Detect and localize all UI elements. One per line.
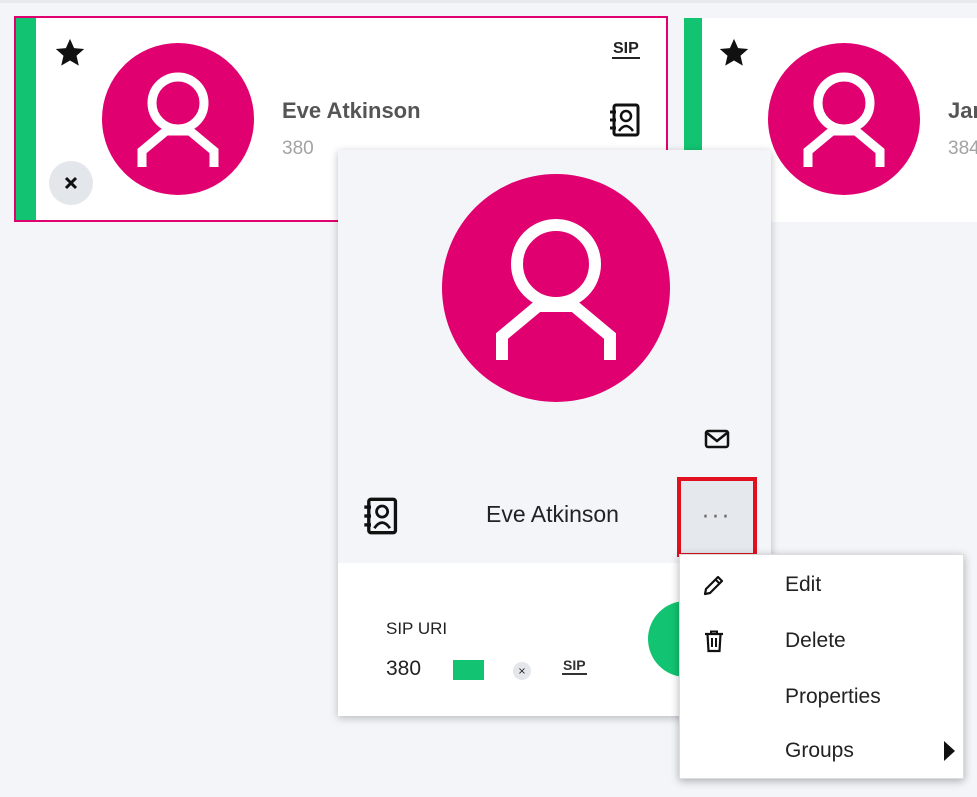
contact-name: Eve Atkinson	[282, 98, 421, 123]
presence-stripe	[16, 18, 36, 220]
sip-uri-label: SIP URI	[386, 619, 448, 638]
contact-extension: 380	[282, 138, 314, 159]
person-icon	[137, 72, 219, 167]
close-icon	[64, 176, 78, 190]
trash-icon	[705, 630, 723, 653]
avatar	[768, 43, 920, 195]
contact-name: Jan	[948, 98, 977, 123]
chevron-right-icon	[944, 741, 955, 761]
menu-item-label: Delete	[785, 629, 846, 652]
sip-icon[interactable]: SIP	[562, 658, 587, 675]
pencil-icon	[703, 575, 724, 596]
favorite-star-icon[interactable]	[717, 36, 751, 70]
contact-extension: 384	[948, 138, 977, 159]
contact-card-icon[interactable]	[608, 102, 642, 138]
menu-item-label: Groups	[785, 739, 854, 762]
sip-icon[interactable]: SIP	[612, 41, 640, 59]
menu-item-edit[interactable]: Edit	[680, 557, 965, 613]
menu-item-delete[interactable]: Delete	[680, 613, 965, 669]
mail-icon[interactable]	[704, 428, 730, 450]
small-close-icon[interactable]: ×	[513, 662, 531, 680]
contact-card-icon[interactable]	[362, 496, 400, 536]
favorite-star-icon[interactable]	[53, 36, 87, 70]
more-options-button[interactable]: ···	[677, 477, 757, 557]
person-icon	[496, 219, 616, 360]
menu-item-label: Properties	[785, 685, 881, 708]
remove-button[interactable]	[49, 161, 93, 205]
menu-item-properties[interactable]: Properties	[680, 669, 965, 725]
menu-item-groups[interactable]: Groups	[680, 723, 965, 779]
popover-avatar	[442, 174, 670, 402]
top-divider	[0, 0, 977, 3]
context-menu: Edit Delete Properties Groups	[679, 554, 964, 779]
sip-uri-value: 380	[386, 657, 422, 680]
popover-contact-name: Eve Atkinson	[486, 501, 619, 527]
person-icon	[803, 72, 885, 167]
presence-status-indicator	[453, 660, 484, 680]
menu-item-label: Edit	[785, 573, 822, 596]
avatar	[102, 43, 254, 195]
